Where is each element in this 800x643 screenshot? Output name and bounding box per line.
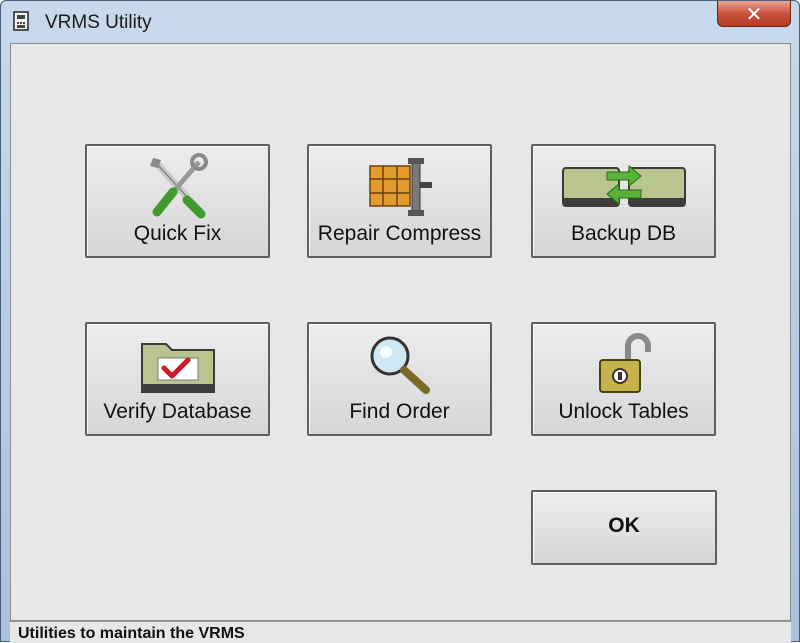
client-area: Quick Fix Repair Compress Backup DB Veri… <box>10 43 791 621</box>
window-title: VRMS Utility <box>45 12 152 33</box>
open-padlock-icon <box>598 333 651 393</box>
close-icon: ✕ <box>745 2 763 26</box>
status-bar: Utilities to maintain the VRMS <box>10 621 791 643</box>
backup-drives-icon <box>561 164 686 207</box>
status-text: Utilities to maintain the VRMS <box>18 625 245 642</box>
verify-database-label: Verify Database <box>103 400 252 423</box>
folder-check-icon <box>140 343 215 393</box>
quick-fix-button[interactable]: Quick Fix <box>85 144 270 258</box>
find-order-label: Find Order <box>349 400 450 423</box>
unlock-tables-label: Unlock Tables <box>558 400 689 423</box>
vrms-utility-window: VRMS Utility ✕ Quick Fix Repair Compress… <box>0 0 800 643</box>
backup-db-button[interactable]: Backup DB <box>531 144 716 258</box>
ok-label: OK <box>608 514 640 537</box>
app-icon <box>13 11 29 31</box>
verify-database-button[interactable]: Verify Database <box>85 322 270 436</box>
quick-fix-label: Quick Fix <box>133 222 222 245</box>
unlock-tables-button[interactable]: Unlock Tables <box>531 322 716 436</box>
repair-compress-button[interactable]: Repair Compress <box>307 144 492 258</box>
wrench-screwdriver-icon <box>149 153 208 219</box>
backup-db-label: Backup DB <box>570 222 677 245</box>
find-order-button[interactable]: Find Order <box>307 322 492 436</box>
title-bar[interactable]: VRMS Utility ✕ <box>1 1 799 43</box>
close-button[interactable]: ✕ <box>717 1 791 27</box>
magnifier-icon <box>370 336 430 394</box>
repair-compress-label: Repair Compress <box>317 222 482 245</box>
ok-button[interactable]: OK <box>531 490 717 565</box>
compress-boxes-icon <box>368 158 432 216</box>
